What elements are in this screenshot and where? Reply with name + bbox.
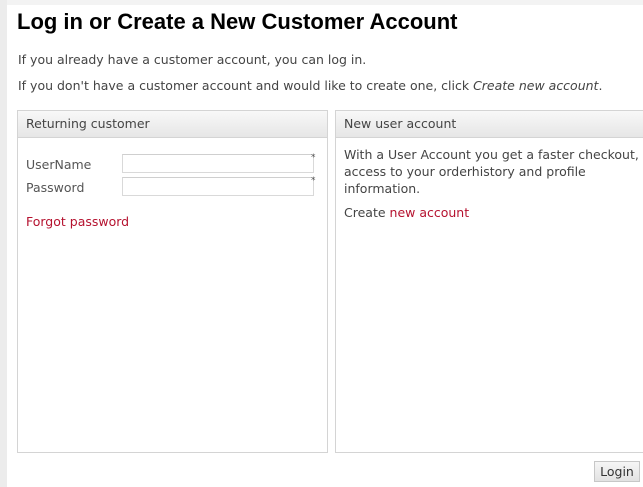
login-button[interactable]: Login [594, 461, 640, 482]
password-required-marker: * [311, 176, 316, 186]
intro-create-text: If you don't have a customer account and… [18, 78, 602, 93]
new-account-link[interactable]: new account [390, 205, 470, 220]
left-edge-strip [0, 0, 7, 487]
username-required-marker: * [311, 153, 316, 163]
new-user-heading: New user account [336, 111, 643, 138]
new-user-panel: New user account With a User Account you… [335, 110, 643, 453]
username-input[interactable] [122, 154, 314, 173]
returning-customer-heading: Returning customer [18, 111, 327, 138]
forgot-password-link[interactable]: Forgot password [26, 214, 129, 229]
top-edge-strip [7, 0, 643, 5]
new-user-description: With a User Account you get a faster che… [344, 147, 639, 196]
username-label: UserName [26, 157, 92, 172]
password-input[interactable] [122, 177, 314, 196]
password-label: Password [26, 180, 85, 195]
create-account-line: Create new account [344, 205, 469, 220]
returning-customer-panel: Returning customer UserName * Password *… [17, 110, 328, 453]
page-title: Log in or Create a New Customer Account [17, 9, 458, 34]
intro-login-text: If you already have a customer account, … [18, 52, 367, 67]
create-prefix: Create [344, 205, 390, 220]
intro-create-suffix: . [598, 78, 603, 93]
intro-create-link-text: Create new account [473, 78, 599, 93]
intro-create-prefix: If you don't have a customer account and… [18, 78, 474, 93]
